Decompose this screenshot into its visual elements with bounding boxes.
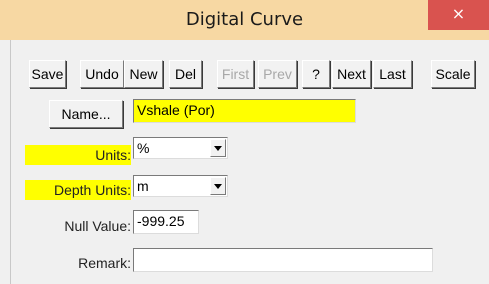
units-value: % — [137, 140, 150, 156]
null-value-field[interactable]: -999.25 — [133, 210, 199, 234]
remark-field[interactable] — [133, 248, 433, 272]
save-button[interactable]: Save — [29, 60, 66, 88]
chevron-down-icon — [214, 184, 222, 189]
close-icon: × — [451, 4, 466, 23]
undo-button[interactable]: Undo — [80, 60, 124, 88]
depth-units-label: Depth Units: — [25, 180, 131, 200]
last-button[interactable]: Last — [373, 60, 412, 88]
close-button[interactable]: × — [428, 0, 489, 30]
first-button[interactable]: First — [217, 60, 254, 88]
title-bar: Digital Curve × — [0, 0, 489, 40]
depth-units-value: m — [137, 178, 149, 194]
chevron-down-icon — [214, 146, 222, 151]
depth-units-dropdown-button[interactable] — [210, 177, 226, 195]
next-button[interactable]: Next — [332, 60, 371, 88]
units-dropdown-button[interactable] — [210, 139, 226, 157]
scale-button[interactable]: Scale — [431, 60, 475, 88]
units-select[interactable]: % — [133, 137, 228, 159]
remark-label: Remark: — [78, 255, 131, 271]
name-button[interactable]: Name... — [49, 100, 123, 128]
new-button[interactable]: New — [124, 60, 163, 88]
del-button[interactable]: Del — [169, 60, 202, 88]
help-button[interactable]: ? — [302, 60, 330, 88]
name-field[interactable]: Vshale (Por) — [133, 99, 356, 123]
dialog-content: Save Undo New Del First Prev ? Next Last… — [10, 40, 489, 284]
prev-button[interactable]: Prev — [258, 60, 297, 88]
digital-curve-window: Digital Curve × Save Undo New Del First … — [0, 0, 489, 284]
depth-units-select[interactable]: m — [133, 175, 228, 197]
window-title: Digital Curve — [185, 9, 304, 30]
null-value-label: Null Value: — [64, 218, 131, 234]
units-label: Units: — [25, 145, 131, 165]
